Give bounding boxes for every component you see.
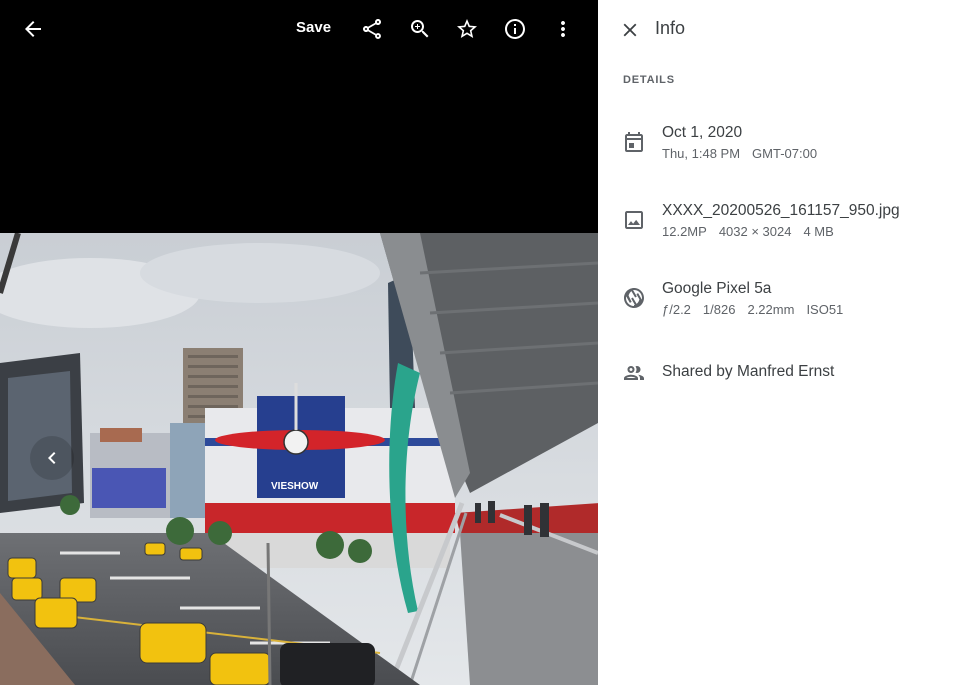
info-icon [505,19,525,39]
save-button[interactable]: Save [296,17,331,39]
share-button[interactable] [353,10,391,48]
more-options-button[interactable] [544,10,582,48]
detail-camera: Google Pixel 5a ƒ/2.2 1/826 2.22mm ISO51 [598,278,954,328]
camera-model: Google Pixel 5a [662,280,772,297]
back-arrow-icon [25,21,41,37]
photo-viewer: Save VIESHOW [0,0,598,685]
date-timezone: GMT-07:00 [752,146,818,161]
zoom-in-icon [411,20,429,38]
details-section-label: DETAILS [623,74,675,86]
file-megapixels: 12.2MP [662,224,707,239]
close-info-button[interactable] [616,16,644,44]
camera-shutter: 1/826 [702,302,736,317]
info-button[interactable] [496,10,534,48]
image-icon [622,208,646,232]
photo-scene: VIESHOW [0,233,598,685]
calendar-icon [622,130,646,154]
shared-by: Shared by Manfred Ernst [662,363,835,380]
back-button[interactable] [14,10,52,48]
zoom-button[interactable] [401,10,439,48]
camera-iso: ISO51 [806,302,844,317]
detail-file: XXXX_20200526_161157_950.jpg 12.2MP 4032 … [598,200,954,250]
aperture-icon [622,286,646,310]
file-name: XXXX_20200526_161157_950.jpg [662,202,900,219]
star-icon [457,19,477,38]
camera-aperture: ƒ/2.2 [662,302,691,317]
people-icon [622,361,646,385]
date-day-time: Thu, 1:48 PM [662,146,741,161]
more-vert-icon [561,21,565,37]
camera-settings: ƒ/2.2 1/826 2.22mm ISO51 [662,302,855,317]
info-title: Info [655,18,686,38]
chevron-left-icon [48,452,56,464]
date-primary: Oct 1, 2020 [662,124,743,141]
viewer-toolbar: Save [0,0,598,58]
close-icon [623,23,637,37]
detail-shared: Shared by Manfred Ernst [598,360,954,390]
share-icon [363,19,381,39]
photo: VIESHOW [0,233,598,685]
file-resolution: 4032 × 3024 [718,224,792,239]
date-secondary: Thu, 1:48 PM GMT-07:00 [662,146,829,161]
file-secondary: 12.2MP 4032 × 3024 4 MB [662,224,846,239]
previous-photo-button[interactable] [30,436,74,480]
camera-focal: 2.22mm [747,302,795,317]
photo-sign-vieshow: VIESHOW [271,481,319,492]
info-panel: Info DETAILS Oct 1, 2020 Thu, 1:48 PM GMT… [598,0,954,685]
file-size: 4 MB [803,224,834,239]
detail-date: Oct 1, 2020 Thu, 1:48 PM GMT-07:00 [598,122,954,172]
favorite-button[interactable] [448,10,486,48]
